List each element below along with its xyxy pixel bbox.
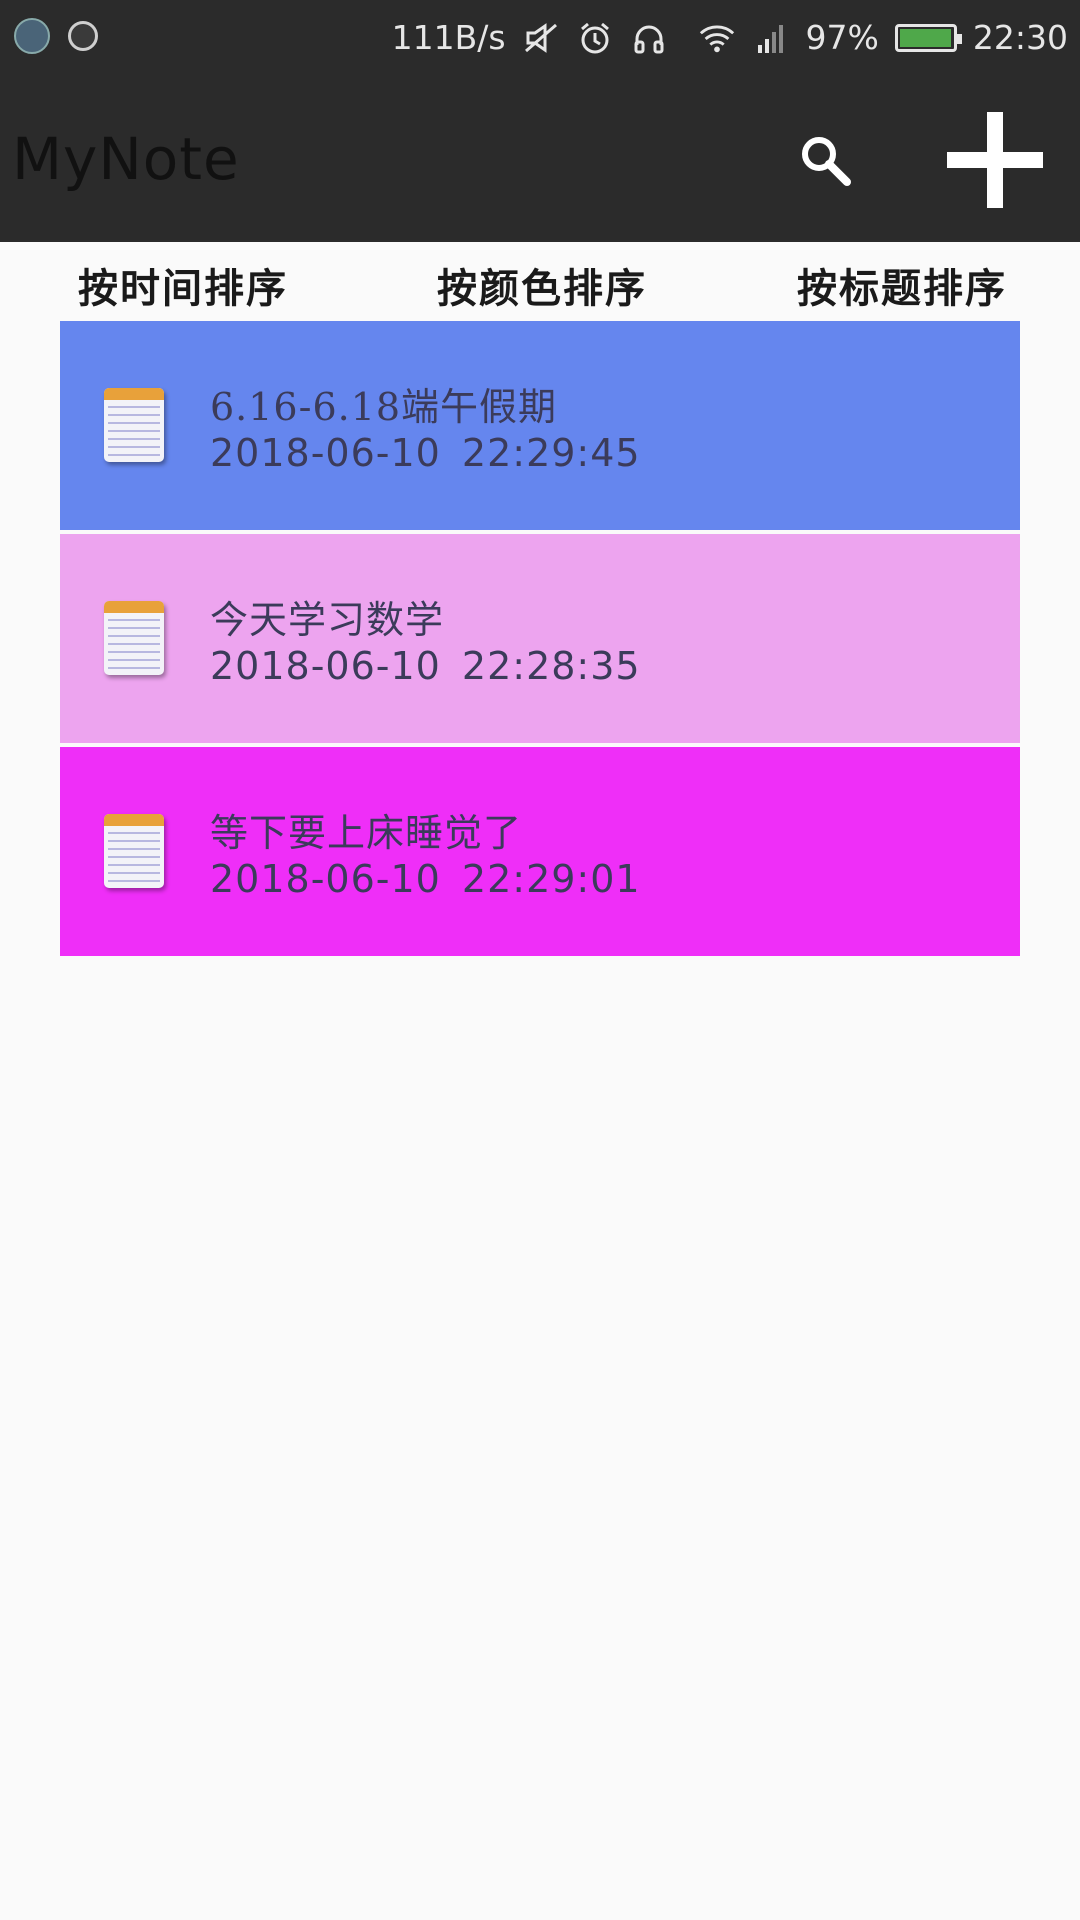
note-item[interactable]: 今天学习数学 2018-06-10 22:28:35 [60, 534, 1020, 743]
status-right: 111B/s 97% 22:30 [392, 0, 1068, 75]
notepad-icon [104, 601, 164, 675]
note-time: 2018-06-10 22:29:45 [210, 431, 641, 475]
battery-level [899, 28, 951, 47]
add-note-button[interactable] [945, 110, 1045, 210]
note-time: 2018-06-10 22:29:01 [210, 857, 641, 901]
app-bar: MyNote [0, 75, 1080, 242]
note-item[interactable]: 等下要上床睡觉了 2018-06-10 22:29:01 [60, 747, 1020, 956]
note-item[interactable]: 6.16-6.18端午假期 2018-06-10 22:29:45 [60, 321, 1020, 530]
note-title: 等下要上床睡觉了 [210, 811, 523, 855]
battery-percent: 97% [805, 18, 879, 57]
note-time: 2018-06-10 22:28:35 [210, 644, 641, 688]
notification-app-icon-2 [68, 21, 98, 51]
headphones-icon [630, 19, 668, 57]
notification-icons [14, 18, 98, 54]
clock: 22:30 [972, 18, 1068, 57]
notepad-icon [104, 388, 164, 462]
note-title: 6.16-6.18端午假期 [210, 385, 558, 429]
sort-bar: 按时间排序 按颜色排序 按标题排序 [0, 242, 1080, 320]
alarm-icon [576, 19, 614, 57]
notepad-icon [104, 814, 164, 888]
search-icon [802, 137, 851, 186]
battery-icon [894, 23, 962, 52]
net-speed: 111B/s [391, 18, 506, 57]
search-button[interactable] [795, 130, 855, 190]
signal-icon [752, 19, 790, 57]
add-icon [947, 112, 1043, 208]
status-bar: 111B/s 97% 22:30 [0, 0, 1080, 75]
mute-icon [522, 19, 560, 57]
note-title: 今天学习数学 [210, 598, 445, 642]
notification-app-icon [14, 18, 50, 54]
app-title: MyNote [12, 125, 240, 193]
sort-by-color-button[interactable]: 按颜色排序 [437, 256, 647, 314]
wifi-icon [698, 19, 736, 57]
note-list: 6.16-6.18端午假期 2018-06-10 22:29:45 今天学习数学… [60, 321, 1020, 960]
sort-by-title-button[interactable]: 按标题排序 [797, 256, 1007, 314]
sort-by-time-button[interactable]: 按时间排序 [78, 256, 288, 314]
